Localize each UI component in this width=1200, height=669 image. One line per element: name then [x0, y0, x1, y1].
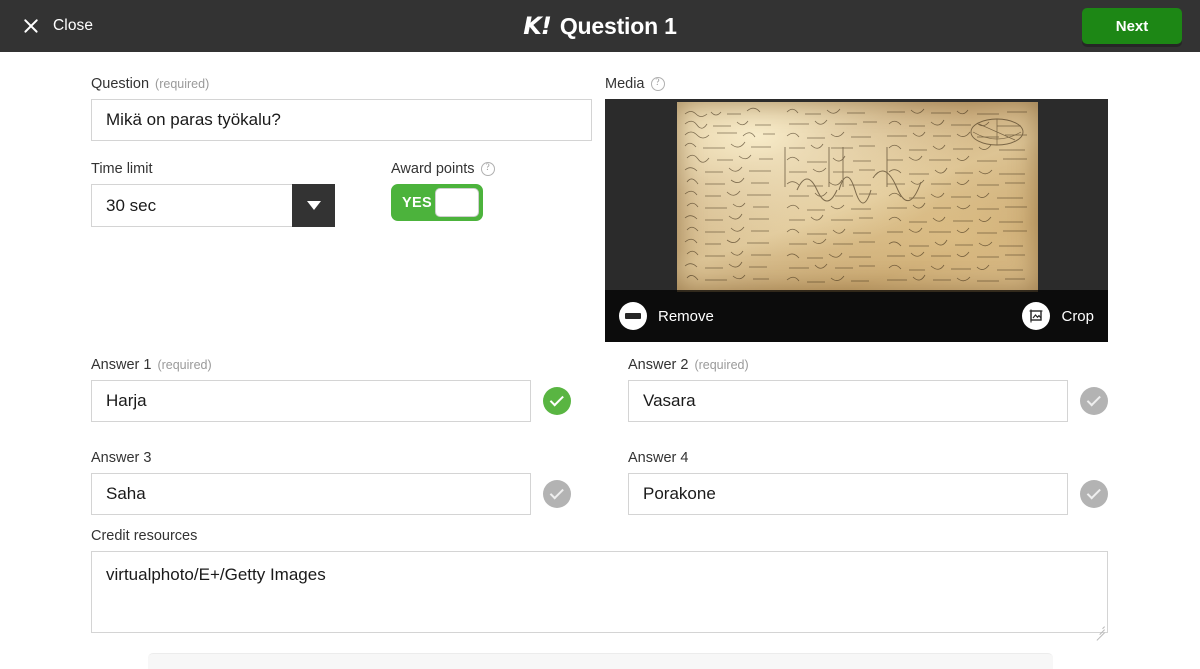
answer-2-label: Answer 2: [628, 357, 689, 373]
answer-3-group: Answer 3: [91, 450, 571, 515]
answer-2-required-note: (required): [694, 358, 749, 372]
credit-resources-label-row: Credit resources: [91, 528, 1108, 544]
question-field-group: Question (required): [91, 76, 592, 141]
answer-4-label: Answer 4: [628, 450, 689, 466]
remove-media-button[interactable]: Remove: [619, 302, 714, 330]
close-label: Close: [53, 17, 94, 34]
help-icon[interactable]: ?: [650, 77, 665, 91]
answer-2-group: Answer 2 (required): [628, 357, 1108, 422]
check-icon: [1086, 484, 1101, 499]
question-required-note: (required): [155, 77, 210, 91]
check-icon: [549, 484, 564, 499]
time-limit-select[interactable]: 30 sec: [91, 184, 335, 227]
answer-3-label-row: Answer 3: [91, 450, 571, 466]
kahoot-logo: K!: [523, 12, 552, 40]
award-points-toggle[interactable]: YES: [391, 184, 483, 221]
media-group: Media ? Remove Crop: [605, 76, 1108, 342]
chevron-down-icon: [306, 201, 321, 210]
crop-icon: [1022, 302, 1051, 330]
handwriting-texture: [684, 107, 1027, 283]
answers-section: Answer 1 (required) Answer 2 (required): [91, 357, 1108, 543]
answer-2-correct-toggle[interactable]: [1080, 387, 1108, 415]
check-icon: [1086, 391, 1101, 406]
answer-row: Answer 3 Answer 4: [91, 450, 1108, 515]
answer-4-correct-toggle[interactable]: [1080, 480, 1108, 508]
credit-resources-label: Credit resources: [91, 528, 198, 544]
answer-1-label-row: Answer 1 (required): [91, 357, 571, 373]
answer-3-correct-toggle[interactable]: [543, 480, 571, 508]
award-points-label: Award points: [391, 161, 475, 177]
time-limit-label-row: Time limit: [91, 161, 335, 177]
media-preview[interactable]: Remove Crop: [605, 99, 1108, 342]
check-icon: [549, 391, 564, 406]
minus-circle-icon: [619, 302, 647, 330]
media-toolbar: Remove Crop: [605, 290, 1108, 342]
credit-resources-group: Credit resources: [91, 528, 1108, 641]
close-button[interactable]: Close: [22, 17, 93, 35]
answer-row: Answer 1 (required) Answer 2 (required): [91, 357, 1108, 422]
help-icon[interactable]: ?: [480, 162, 495, 176]
media-label: Media: [605, 76, 645, 92]
crop-media-button[interactable]: Crop: [1022, 302, 1094, 330]
toggle-knob: [435, 188, 479, 217]
award-points-label-row: Award points ?: [391, 161, 495, 177]
question-input[interactable]: [91, 99, 592, 141]
credit-resources-input[interactable]: [91, 551, 1108, 633]
time-limit-dropdown-button[interactable]: [292, 184, 335, 227]
answer-1-group: Answer 1 (required): [91, 357, 571, 422]
answer-2-label-row: Answer 2 (required): [628, 357, 1108, 373]
top-bar: Close K! Question 1 Next: [0, 0, 1200, 52]
time-limit-group: Time limit 30 sec: [91, 161, 335, 227]
answer-4-input[interactable]: [628, 473, 1068, 515]
answer-3-input[interactable]: [91, 473, 531, 515]
time-limit-label: Time limit: [91, 161, 153, 177]
answer-1-required-note: (required): [157, 358, 212, 372]
answer-1-input[interactable]: [91, 380, 531, 422]
time-limit-value[interactable]: 30 sec: [91, 184, 292, 227]
answer-2-input[interactable]: [628, 380, 1068, 422]
close-icon: [22, 17, 40, 35]
settings-row: Time limit 30 sec Award points ? YES: [91, 161, 495, 227]
next-button[interactable]: Next: [1082, 8, 1182, 44]
page-title: Question 1: [559, 12, 677, 39]
answer-4-label-row: Answer 4: [628, 450, 1108, 466]
bottom-panel: [148, 653, 1053, 669]
answer-4-group: Answer 4: [628, 450, 1108, 515]
award-points-group: Award points ? YES: [391, 161, 495, 227]
question-label: Question: [91, 76, 150, 92]
header-title-group: K! Question 1: [0, 0, 1200, 52]
award-points-toggle-label: YES: [402, 194, 432, 211]
answer-1-correct-toggle[interactable]: [543, 387, 571, 415]
remove-media-label: Remove: [658, 307, 714, 325]
media-image-content: [677, 102, 1038, 292]
answer-3-label: Answer 3: [91, 450, 152, 466]
crop-media-label: Crop: [1061, 307, 1094, 325]
question-label-row: Question (required): [91, 76, 592, 92]
media-label-row: Media ?: [605, 76, 1108, 92]
answer-1-label: Answer 1: [91, 357, 152, 373]
